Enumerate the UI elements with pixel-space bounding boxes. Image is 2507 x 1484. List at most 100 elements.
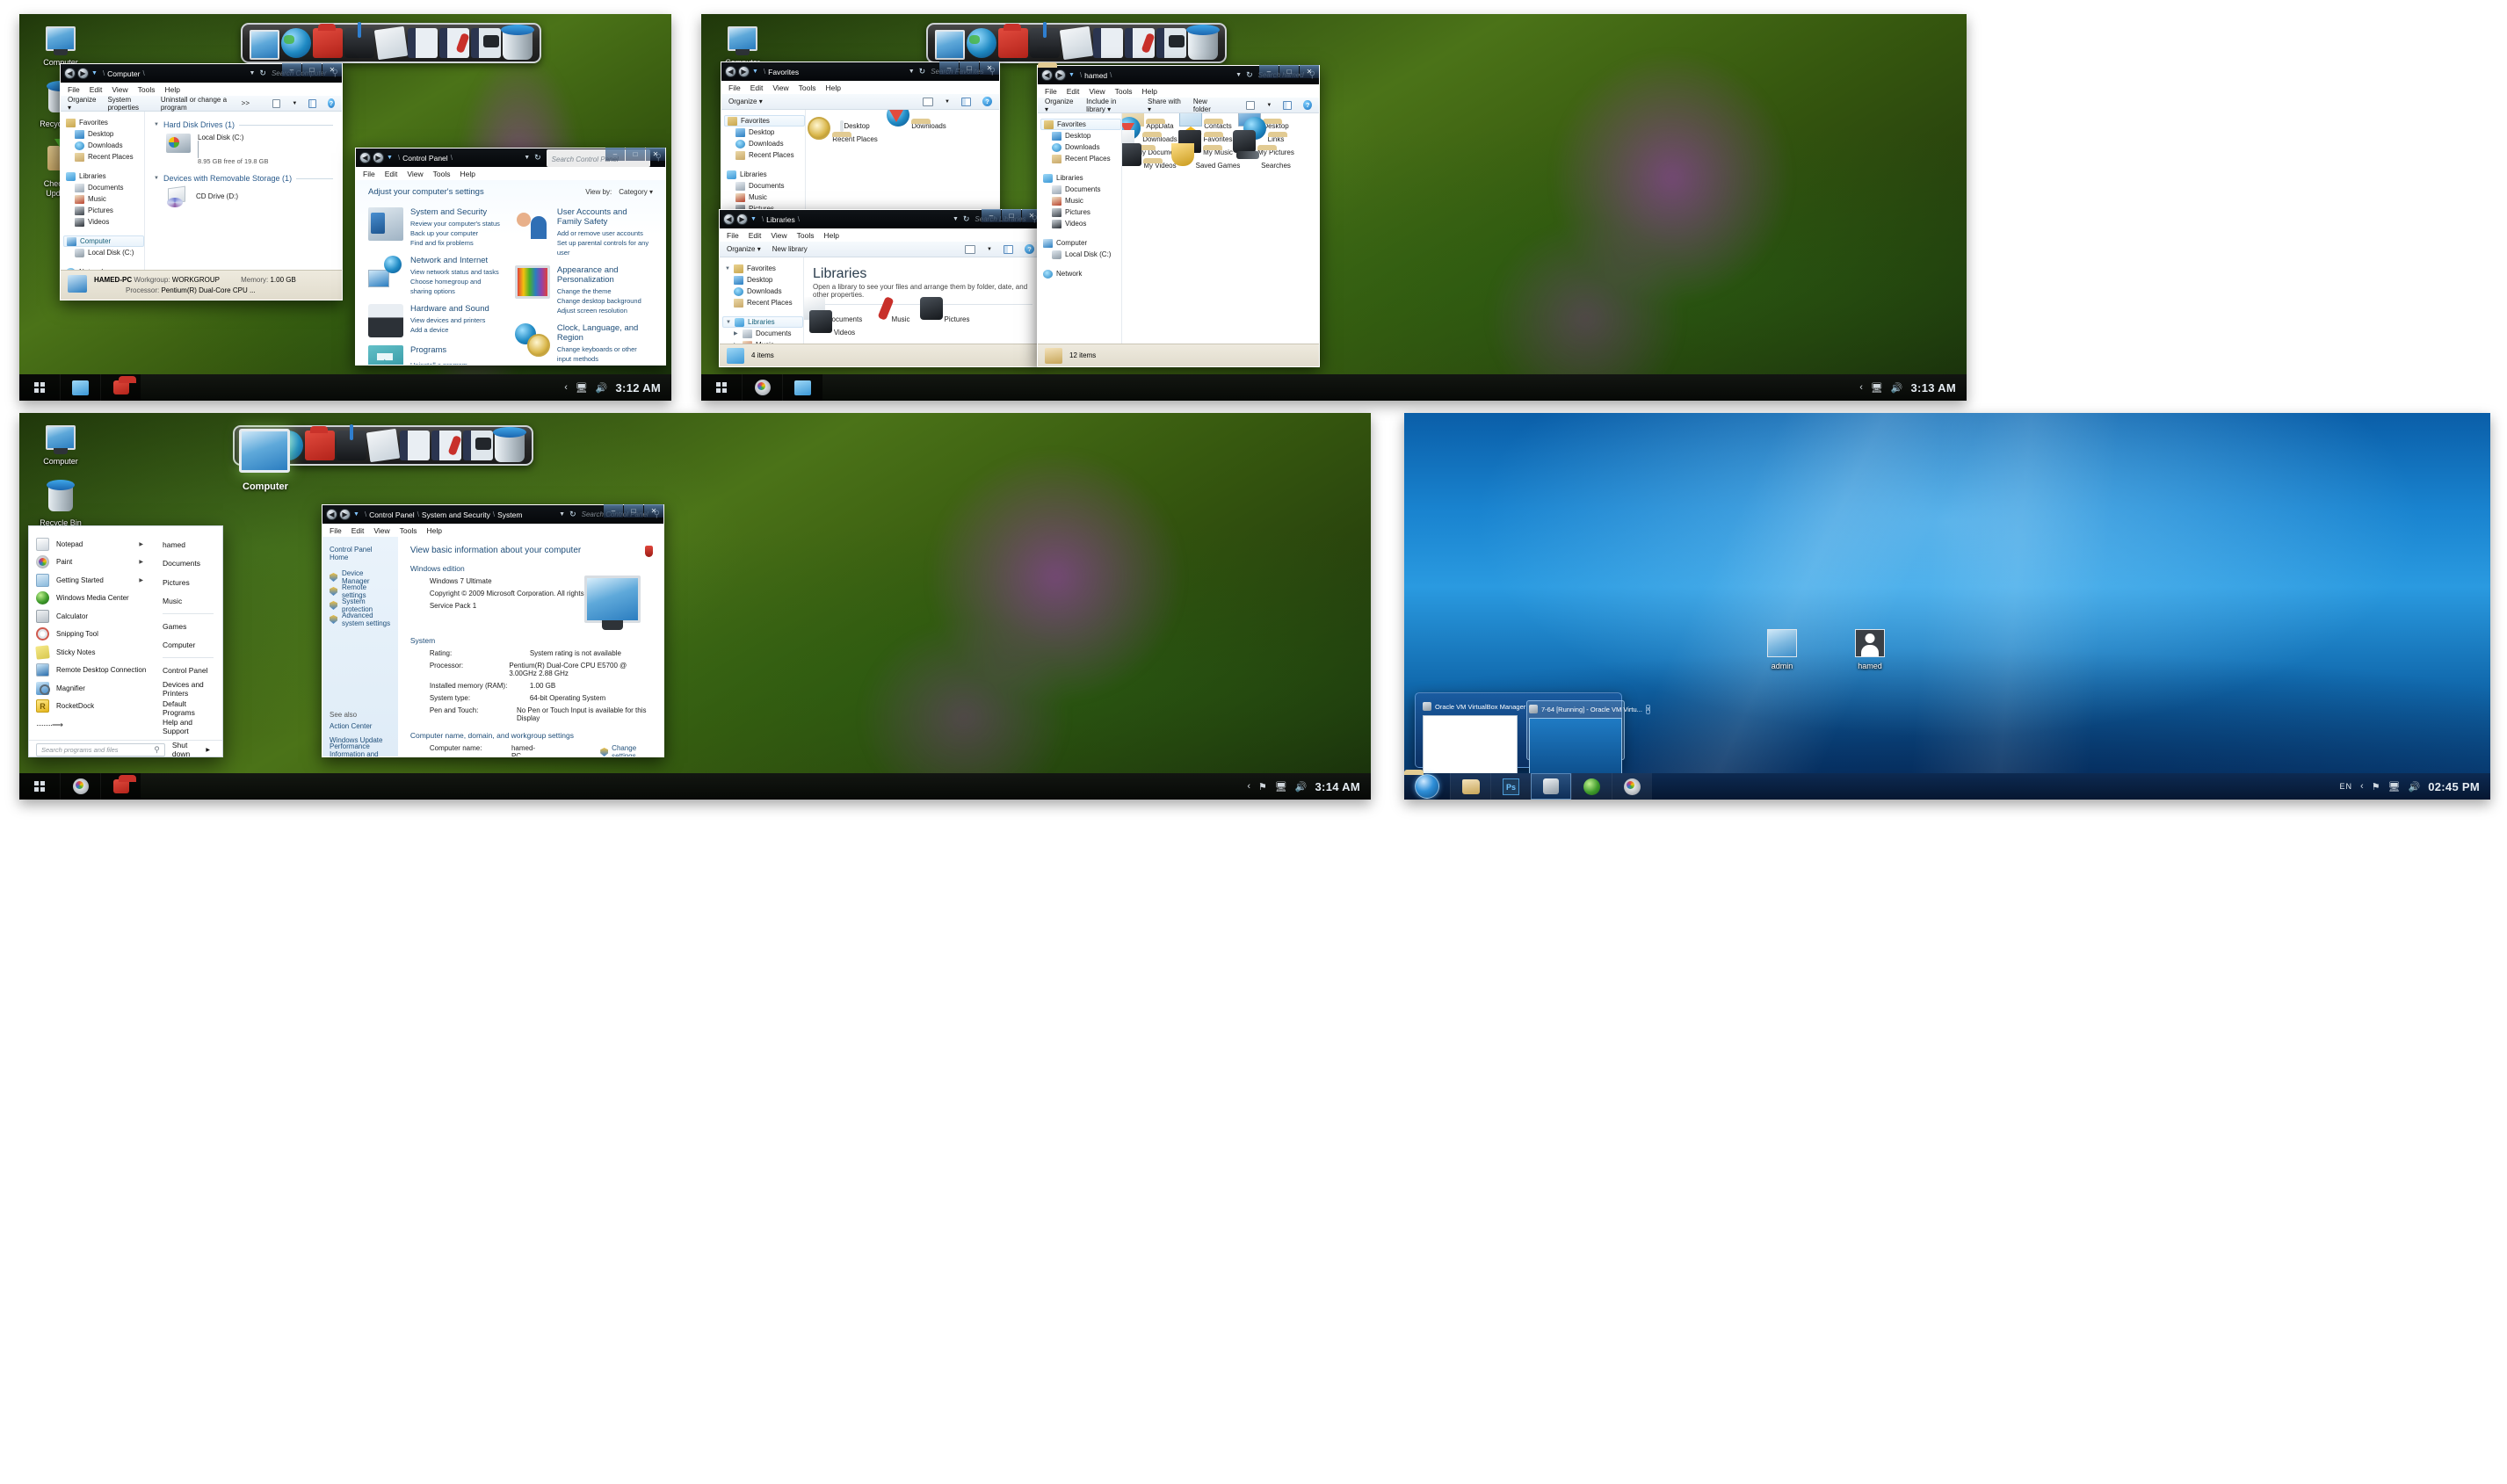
view-mode-icon[interactable] [923, 97, 934, 106]
refresh-icon[interactable]: ↻ [259, 69, 266, 78]
desktop-icon-computer[interactable]: Computer [28, 425, 93, 467]
nav-item-documents[interactable]: Documents [727, 180, 805, 192]
address-dropdown-icon[interactable]: ▼ [559, 511, 565, 518]
taskbar-item-toolbox[interactable] [100, 374, 141, 401]
start-item-notepad[interactable]: Notepad ▶ [36, 535, 149, 554]
breadcrumb-libraries[interactable]: Libraries [766, 215, 795, 224]
taskbar-item-photoshop[interactable]: Ps [1490, 773, 1531, 800]
menu-edit[interactable]: Edit [749, 231, 762, 240]
menu-bar[interactable]: File Edit View Tools Help [1038, 84, 1319, 98]
breadcrumb-favorites[interactable]: Favorites [768, 68, 799, 76]
category-title[interactable]: Programs [410, 345, 467, 355]
help-icon[interactable]: ? [327, 98, 335, 108]
preview-pane-icon[interactable] [1283, 100, 1293, 110]
action-center-icon[interactable]: ⚑ [1258, 781, 1267, 793]
forward-button[interactable]: ▶ [1054, 69, 1066, 81]
device-manager-link[interactable]: Device Manager [330, 569, 391, 585]
group-header-removable-storage[interactable]: ▼ Devices with Removable Storage (1) [154, 174, 333, 183]
address-dropdown-icon[interactable]: ▼ [1235, 72, 1242, 78]
menu-file[interactable]: File [727, 231, 739, 240]
volume-icon[interactable]: 🔊 [1295, 781, 1308, 793]
category-link[interactable]: Add a device [410, 325, 489, 335]
language-indicator[interactable]: EN [2340, 782, 2353, 791]
file-list[interactable]: Desktop Downloads Recent Places [806, 110, 999, 221]
toolbar-overflow-button[interactable]: >> [242, 99, 250, 107]
taskbar-item-virtualbox[interactable] [1531, 773, 1571, 800]
taskbar-item-toolbox[interactable] [100, 773, 141, 800]
window-buttons[interactable]: – □ ✕ [281, 63, 342, 76]
menu-tools[interactable]: Tools [400, 526, 417, 535]
system-window[interactable]: ◀ ▶ ▼ \ Control Panel \ System and Secur… [322, 504, 664, 757]
action-center-link[interactable]: Action Center [330, 719, 391, 733]
menu-help[interactable]: Help [426, 526, 441, 535]
dock-recycle-bin-icon[interactable] [493, 427, 526, 462]
taskbar-item-explorer[interactable] [1450, 773, 1490, 800]
menu-view[interactable]: View [1089, 87, 1105, 96]
start-button[interactable] [701, 374, 742, 401]
help-icon[interactable]: ? [982, 97, 992, 106]
clock[interactable]: 3:12 AM [616, 381, 661, 395]
system-titlebar[interactable]: ◀ ▶ ▼ \ Control Panel \ System and Secur… [322, 504, 663, 524]
nav-item-documents[interactable]: Documents [66, 182, 144, 193]
taskbar-item-libraries[interactable] [782, 374, 822, 401]
dock-joystick-icon[interactable] [337, 424, 366, 460]
category-link[interactable]: Uninstall a program [410, 360, 467, 365]
view-dropdown-icon[interactable]: ▼ [292, 101, 297, 106]
clock[interactable]: 02:45 PM [2428, 780, 2480, 793]
menu-help[interactable]: Help [164, 85, 179, 94]
nav-item-computer[interactable]: Computer [1043, 237, 1121, 249]
all-programs-button[interactable]: ·········⟶ [36, 720, 149, 730]
minimize-button[interactable]: – [939, 62, 959, 75]
file-list[interactable]: AppData Contacts Desktop Downloads Favor… [1122, 113, 1319, 344]
start-item-rocketdock[interactable]: R RocketDock [36, 698, 149, 716]
nav-item-downloads[interactable]: Downloads [725, 286, 803, 297]
menu-bar[interactable]: File Edit View Tools Help [720, 228, 1041, 242]
nav-item-recent-places[interactable]: Recent Places [725, 297, 803, 308]
action-center-flag-icon[interactable]: ⚑ [2372, 781, 2380, 793]
collapse-icon-2[interactable]: ▼ [154, 176, 159, 181]
start-place-pictures[interactable]: Pictures [163, 573, 219, 592]
back-button[interactable]: ◀ [326, 509, 337, 520]
start-place-games[interactable]: Games [163, 617, 219, 636]
expand-icon[interactable]: ▼ [725, 266, 730, 271]
organize-button[interactable]: Organize ▾ [727, 245, 761, 253]
start-item-magnifier[interactable]: Magnifier [36, 679, 149, 698]
change-settings-link[interactable]: Change settings [600, 744, 651, 756]
system-tray[interactable]: ‹ 🖥 🔊 3:12 AM [564, 381, 671, 395]
window-buttons[interactable]: – □ ✕ [938, 62, 999, 75]
dock-music-icon[interactable] [431, 431, 461, 460]
include-in-library-button[interactable]: Include in library ▾ [1086, 98, 1136, 113]
organize-button[interactable]: Organize ▾ [68, 96, 96, 112]
nav-item-local-disk[interactable]: Local Disk (C:) [1043, 249, 1121, 260]
start-item-remote-desktop[interactable]: Remote Desktop Connection [36, 662, 149, 680]
preview-thumbnail[interactable] [1423, 715, 1518, 780]
category-link[interactable]: Change display language [557, 364, 653, 365]
nav-item-downloads[interactable]: Downloads [66, 140, 144, 151]
tile-pictures[interactable]: Pictures [919, 297, 985, 323]
nav-item-computer[interactable]: Computer [63, 235, 144, 247]
maximize-button[interactable]: □ [1279, 65, 1299, 78]
menu-file[interactable]: File [68, 85, 80, 94]
nav-item-favorites[interactable]: Favorites [66, 117, 144, 128]
network-icon[interactable]: 🖥 [2388, 781, 2401, 793]
nav-item-videos[interactable]: Videos [1043, 218, 1121, 229]
action-center-flag-icon[interactable] [645, 546, 653, 557]
tile-videos[interactable]: Videos [808, 310, 873, 337]
forward-button[interactable]: ▶ [373, 152, 384, 163]
maximize-button[interactable]: □ [960, 62, 979, 75]
favorites-titlebar[interactable]: ◀ ▶ ▼ \ Favorites ▼ ↻ Search Favorites ⚲… [721, 62, 999, 81]
category-hardware-and-sound[interactable]: Hardware and Sound View devices and prin… [368, 304, 501, 337]
window-buttons[interactable]: – □ ✕ [981, 209, 1041, 222]
preview-pane-icon[interactable] [1004, 244, 1013, 254]
computer-window[interactable]: ◀ ▶ ▼ \ Computer \ ▼ ↻ Search Computer ⚲… [60, 63, 343, 300]
start-item-windows-media-center[interactable]: Windows Media Center [36, 590, 149, 608]
nav-item-music[interactable]: Music [1043, 195, 1121, 206]
menu-tools[interactable]: Tools [433, 170, 451, 178]
volume-icon[interactable]: 🔊 [596, 382, 608, 394]
volume-icon[interactable]: 🔊 [2409, 781, 2421, 793]
nav-item-videos[interactable]: Videos [66, 216, 144, 228]
back-button[interactable]: ◀ [725, 66, 736, 77]
category-title[interactable]: Network and Internet [410, 256, 501, 265]
menu-edit[interactable]: Edit [351, 526, 365, 535]
new-folder-button[interactable]: New folder [1193, 98, 1223, 113]
